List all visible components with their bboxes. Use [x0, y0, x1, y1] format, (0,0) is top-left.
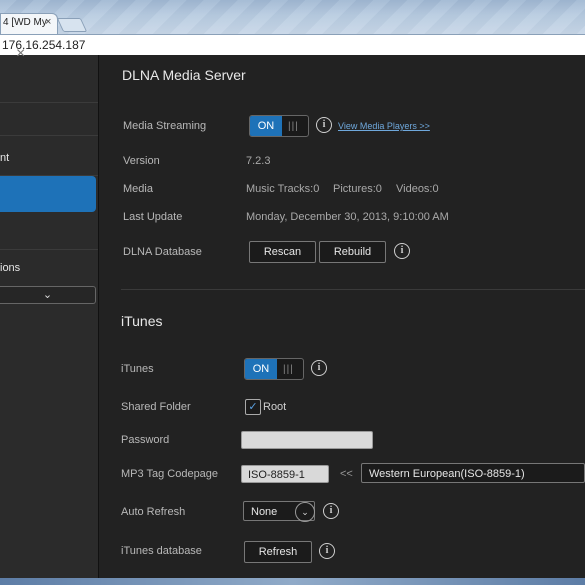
itunes-section-title: iTunes: [121, 313, 163, 329]
mp3-codepage-label: MP3 Tag Codepage: [121, 468, 219, 480]
toggle-grip-icon: |||: [288, 121, 299, 132]
rebuild-button[interactable]: Rebuild: [319, 241, 386, 263]
shared-folder-value: Root: [263, 401, 287, 413]
tab-close-icon[interactable]: ×: [45, 16, 51, 28]
sidebar-item-management[interactable]: nt: [0, 136, 98, 176]
address-bar[interactable]: 176.16.254.187: [0, 34, 585, 56]
codepage-select[interactable]: Western European(ISO-8859-1): [361, 463, 585, 483]
auto-refresh-label: Auto Refresh: [121, 506, 186, 518]
desktop-background-strip: [0, 578, 585, 585]
shared-folder-label: Shared Folder: [121, 401, 191, 413]
info-icon[interactable]: i: [394, 243, 410, 259]
videos-count: Videos:0: [396, 183, 439, 195]
version-label: Version: [123, 155, 160, 167]
shared-folder-checkbox[interactable]: ✓: [245, 399, 261, 415]
itunes-toggle[interactable]: ON |||: [244, 358, 304, 380]
chevron-down-icon: ⌄: [295, 502, 315, 522]
sidebar: × nt ions ⌄: [0, 45, 99, 585]
browser-tab-title: 4 [WD My: [3, 17, 47, 28]
media-streaming-label: Media Streaming: [123, 120, 207, 132]
dlna-database-label: DLNA Database: [123, 246, 202, 258]
dlna-section-title: DLNA Media Server: [122, 67, 246, 83]
itunes-label: iTunes: [121, 363, 154, 375]
music-tracks-count: Music Tracks:0: [246, 183, 320, 195]
address-text: 176.16.254.187: [2, 38, 86, 52]
password-field[interactable]: [241, 431, 373, 449]
sidebar-item-applications[interactable]: ions: [0, 250, 98, 284]
info-icon[interactable]: i: [323, 503, 339, 519]
mp3-codepage-field[interactable]: ISO-8859-1: [241, 465, 329, 483]
rescan-button[interactable]: Rescan: [249, 241, 316, 263]
toggle-grip-icon: |||: [283, 364, 294, 375]
refresh-button[interactable]: Refresh: [244, 541, 312, 563]
sidebar-item-label: ions: [0, 262, 21, 274]
sidebar-divider: [0, 102, 98, 103]
sidebar-collapse-button[interactable]: ⌄: [0, 286, 96, 304]
main-panel: DLNA Media Server Media Streaming ON |||…: [99, 55, 585, 585]
media-streaming-toggle[interactable]: ON |||: [249, 115, 309, 137]
chevron-down-icon: ⌄: [42, 289, 53, 301]
view-media-players-link[interactable]: View Media Players >>: [338, 121, 430, 131]
toggle-on-label: ON: [250, 116, 282, 136]
sidebar-item-active[interactable]: [0, 176, 96, 212]
section-divider: [121, 289, 585, 290]
info-icon[interactable]: i: [311, 360, 327, 376]
sidebar-close-icon[interactable]: ×: [16, 45, 25, 63]
password-label: Password: [121, 434, 170, 446]
info-icon[interactable]: i: [316, 117, 332, 133]
browser-tab-strip: [0, 0, 585, 34]
checkmark-icon: ✓: [248, 401, 258, 413]
itunes-database-label: iTunes database: [121, 545, 202, 557]
pictures-count: Pictures:0: [333, 183, 382, 195]
last-update-label: Last Update: [123, 211, 183, 223]
toggle-on-label: ON: [245, 359, 277, 379]
copy-codepage-arrow[interactable]: <<: [340, 468, 353, 480]
version-value: 7.2.3: [246, 155, 271, 167]
sidebar-item-label: nt: [0, 152, 10, 164]
auto-refresh-select[interactable]: None ⌄: [243, 501, 315, 522]
last-update-value: Monday, December 30, 2013, 9:10:00 AM: [246, 211, 449, 223]
info-icon[interactable]: i: [319, 543, 335, 559]
auto-refresh-value: None: [251, 506, 278, 518]
media-label: Media: [123, 183, 153, 195]
browser-tab[interactable]: 4 [WD My ×: [0, 13, 58, 34]
